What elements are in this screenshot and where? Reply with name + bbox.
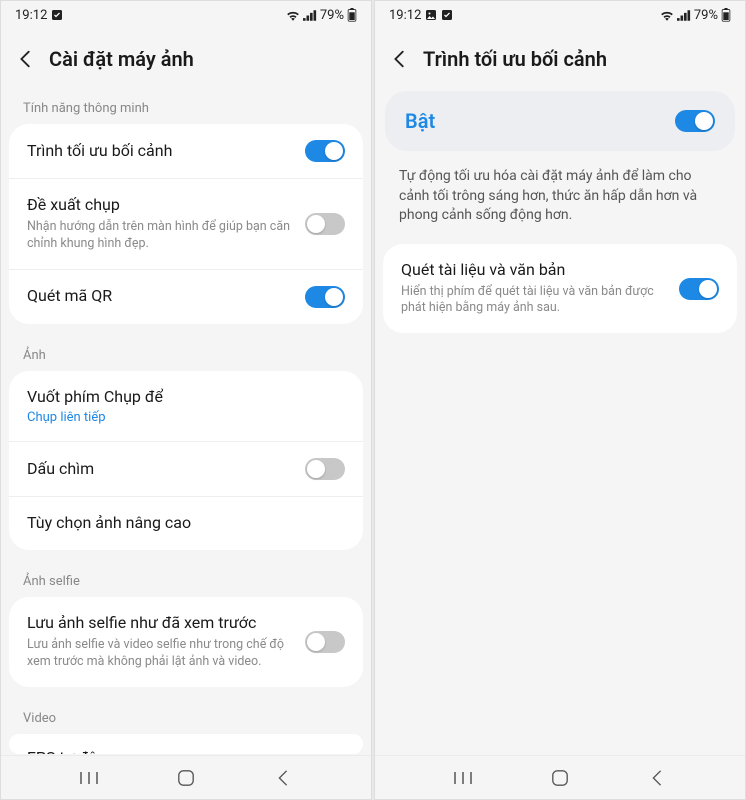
content: Bật Tự động tối ưu hóa cài đặt máy ảnh đ…	[375, 91, 745, 755]
row-selfie-save[interactable]: Lưu ảnh selfie như đã xem trước Lưu ảnh …	[9, 597, 363, 687]
row-advanced-photo[interactable]: Tùy chọn ảnh nâng cao	[9, 497, 363, 550]
row-title: Quét tài liệu và văn bản	[401, 260, 669, 281]
header: Trình tối ưu bối cảnh	[375, 29, 745, 91]
row-title: Tùy chọn ảnh nâng cao	[27, 513, 335, 534]
status-bar: 19:12 79%	[1, 1, 371, 29]
section-selfie: Ảnh selfie	[1, 564, 371, 597]
signal-icon	[303, 10, 317, 21]
card-photo: Vuốt phím Chụp để Chụp liên tiếp Dấu chì…	[9, 371, 363, 551]
nav-home[interactable]	[549, 767, 571, 789]
back-icon[interactable]	[15, 48, 37, 70]
row-title: Vuốt phím Chụp để	[27, 387, 335, 408]
row-swipe-shutter[interactable]: Vuốt phím Chụp để Chụp liên tiếp	[9, 371, 363, 443]
toggle-qr[interactable]	[305, 286, 345, 308]
nav-bar	[375, 755, 745, 799]
row-subtitle: Hiển thị phím để quét tài liệu và văn bả…	[401, 284, 669, 318]
row-shot-suggestion[interactable]: Đề xuất chụp Nhận hướng dẫn trên màn hìn…	[9, 179, 363, 270]
section-photo: Ảnh	[1, 338, 371, 371]
nav-back[interactable]	[272, 767, 294, 789]
header: Cài đặt máy ảnh	[1, 29, 371, 91]
toggle-scan-documents[interactable]	[679, 278, 719, 300]
card-smart: Trình tối ưu bối cảnh Đề xuất chụp Nhận …	[9, 124, 363, 324]
nav-recents[interactable]	[78, 767, 100, 789]
row-title: Đề xuất chụp	[27, 195, 295, 216]
wifi-icon	[286, 10, 300, 21]
toggle-master[interactable]	[675, 110, 715, 132]
section-smart: Tính năng thông minh	[1, 91, 371, 124]
nav-home[interactable]	[175, 767, 197, 789]
nav-recents[interactable]	[452, 767, 474, 789]
row-qr-scan[interactable]: Quét mã QR	[9, 270, 363, 324]
image-icon	[425, 9, 437, 21]
row-title: Lưu ảnh selfie như đã xem trước	[27, 613, 295, 634]
back-icon[interactable]	[389, 48, 411, 70]
toggle-scene-optimizer[interactable]	[305, 140, 345, 162]
card-options: Quét tài liệu và văn bản Hiển thị phím đ…	[383, 244, 737, 334]
row-subtitle: Chụp liên tiếp	[27, 410, 335, 425]
row-subtitle: Lưu ảnh selfie và video selfie như trong…	[27, 637, 295, 671]
row-title: Quét mã QR	[27, 286, 295, 307]
row-scene-optimizer[interactable]: Trình tối ưu bối cảnh	[9, 124, 363, 179]
battery-icon	[347, 8, 357, 22]
nav-back[interactable]	[646, 767, 668, 789]
card-video: FPS tự động	[9, 734, 363, 754]
toggle-watermark[interactable]	[305, 458, 345, 480]
nav-bar	[1, 755, 371, 799]
status-time: 19:12	[15, 8, 47, 23]
row-title: FPS tự động	[27, 748, 335, 754]
row-title: Trình tối ưu bối cảnh	[27, 141, 295, 162]
status-bar: 19:12 79%	[375, 1, 745, 29]
page-title: Cài đặt máy ảnh	[49, 47, 194, 71]
screen-camera-settings: 19:12 79% Cài đặt máy ảnh Tính năng thôn…	[0, 0, 372, 800]
check-icon	[441, 9, 453, 21]
description-text: Tự động tối ưu hóa cài đặt máy ảnh để là…	[375, 167, 745, 244]
row-scan-documents[interactable]: Quét tài liệu và văn bản Hiển thị phím đ…	[383, 244, 737, 334]
screen-scene-optimizer: 19:12 79% Trình tối ưu bối cảnh Bật Tự đ…	[374, 0, 746, 800]
signal-icon	[677, 10, 691, 21]
row-title: Dấu chìm	[27, 459, 295, 480]
battery-percent: 79%	[320, 8, 344, 23]
wifi-icon	[660, 10, 674, 21]
toggle-shot-suggestion[interactable]	[305, 213, 345, 235]
battery-percent: 79%	[694, 8, 718, 23]
master-toggle-row[interactable]: Bật	[385, 91, 735, 151]
row-watermark[interactable]: Dấu chìm	[9, 442, 363, 497]
content: Tính năng thông minh Trình tối ưu bối cả…	[1, 91, 371, 755]
master-toggle-label: Bật	[405, 109, 675, 133]
card-selfie: Lưu ảnh selfie như đã xem trước Lưu ảnh …	[9, 597, 363, 687]
row-subtitle: Nhận hướng dẫn trên màn hình để giúp bạn…	[27, 219, 295, 253]
page-title: Trình tối ưu bối cảnh	[423, 47, 607, 71]
status-time: 19:12	[389, 8, 421, 23]
check-icon	[51, 9, 63, 21]
battery-icon	[721, 8, 731, 22]
section-video: Video	[1, 701, 371, 734]
toggle-selfie-save[interactable]	[305, 631, 345, 653]
row-auto-fps[interactable]: FPS tự động	[9, 734, 363, 754]
